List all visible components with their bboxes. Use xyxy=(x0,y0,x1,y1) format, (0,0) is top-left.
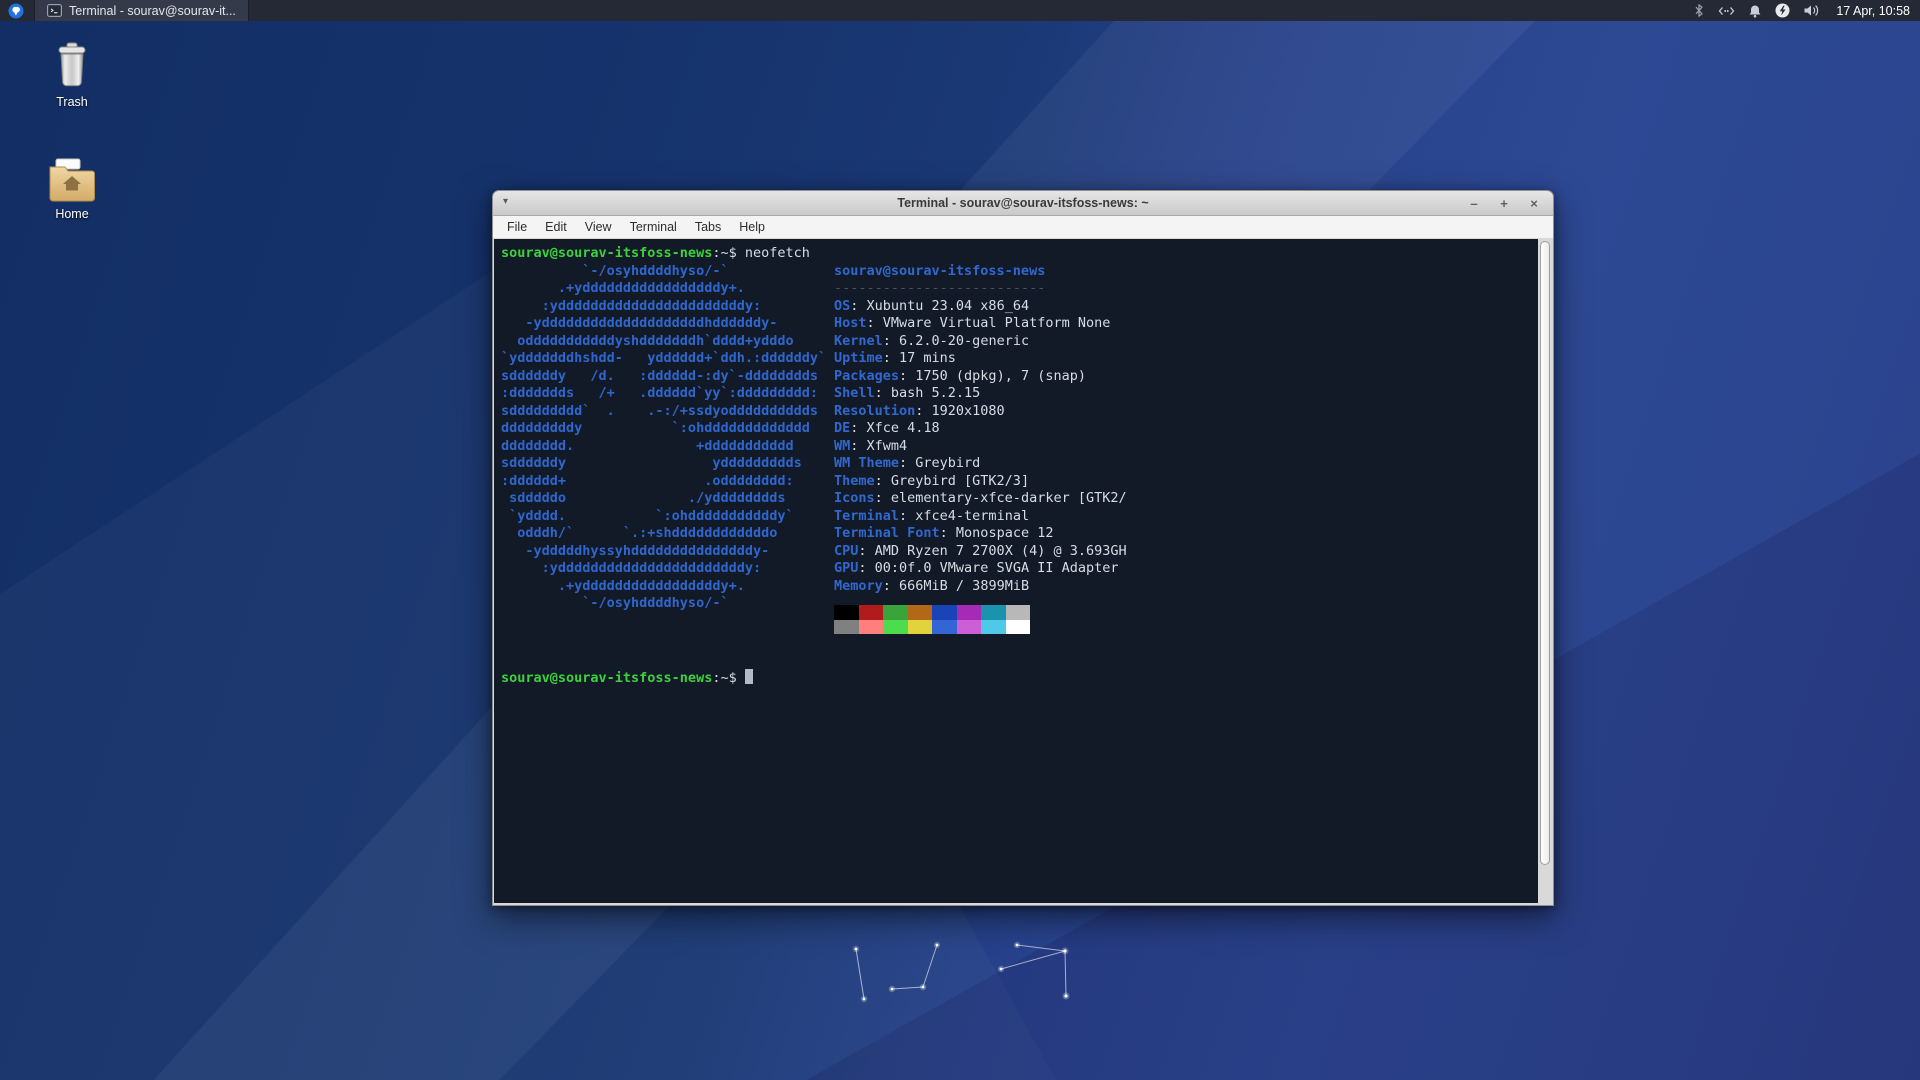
maximize-button[interactable]: + xyxy=(1497,197,1511,211)
palette-swatch xyxy=(907,619,932,634)
info-row: Icons: elementary-xfce-darker [GTK2/ xyxy=(834,490,1127,506)
palette-swatch xyxy=(858,605,883,620)
palette-swatch xyxy=(1005,605,1030,620)
palette-swatch xyxy=(858,619,883,634)
prompt-suffix: :~$ xyxy=(712,670,737,686)
info-row: Terminal: xfce4-terminal xyxy=(834,507,1030,524)
info-row: Memory: 666MiB / 3899MiB xyxy=(834,577,1030,594)
terminal-screen[interactable]: sourav@sourav-itsfoss-news:~$ neofetch `… xyxy=(494,239,1538,903)
neofetch-output: `-/osyhddddhyso/-` .+ydddddddddddddddddy… xyxy=(501,262,1127,634)
panel-clock[interactable]: 17 Apr, 10:58 xyxy=(1836,4,1910,18)
top-panel: Terminal - sourav@sourav-it... 17 Apr, 1… xyxy=(0,0,1920,21)
close-button[interactable]: × xyxy=(1527,197,1541,211)
desktop-icon-label: Trash xyxy=(56,95,88,109)
palette-swatch xyxy=(956,619,981,634)
bluetooth-icon[interactable] xyxy=(1693,3,1705,18)
palette-swatch xyxy=(932,605,957,620)
whisker-menu-icon xyxy=(8,3,24,18)
taskbar-window-button[interactable]: Terminal - sourav@sourav-it... xyxy=(34,0,249,21)
scrollbar-thumb[interactable] xyxy=(1540,241,1550,866)
terminal-body: sourav@sourav-itsfoss-news:~$ neofetch `… xyxy=(492,238,1554,906)
palette-swatch xyxy=(1005,619,1030,634)
info-row: DE: Xfce 4.18 xyxy=(834,420,940,436)
terminal-color-palette xyxy=(834,605,1394,634)
info-row: Packages: 1750 (dpkg), 7 (snap) xyxy=(834,367,1086,384)
terminal-window: ▾ Terminal - sourav@sourav-itsfoss-news:… xyxy=(492,190,1554,906)
menu-terminal[interactable]: Terminal xyxy=(621,217,686,237)
info-row: Resolution: 1920x1080 xyxy=(834,402,1005,419)
palette-swatch xyxy=(981,605,1006,620)
minimize-button[interactable]: – xyxy=(1467,197,1481,211)
info-row: Host: VMware Virtual Platform None xyxy=(834,315,1111,331)
info-row: GPU: 00:0f.0 VMware SVGA II Adapter xyxy=(834,560,1119,576)
info-row: Uptime: 17 mins xyxy=(834,350,956,366)
prompt-suffix: :~$ xyxy=(712,245,745,261)
terminal-scrollbar[interactable] xyxy=(1539,239,1552,903)
palette-swatch xyxy=(834,619,859,634)
window-title: Terminal - sourav@sourav-itsfoss-news: ~ xyxy=(897,196,1149,210)
window-titlebar[interactable]: ▾ Terminal - sourav@sourav-itsfoss-news:… xyxy=(492,190,1554,216)
network-icon[interactable] xyxy=(1718,5,1735,17)
neofetch-info-column: sourav@sourav-itsfoss-news -------------… xyxy=(834,262,1394,634)
desktop-icon-trash[interactable]: Trash xyxy=(32,42,112,109)
info-row: WM Theme: Greybird xyxy=(834,455,981,471)
window-controls: – + × xyxy=(1467,191,1541,217)
menu-view[interactable]: View xyxy=(576,217,621,237)
palette-swatch xyxy=(981,619,1006,634)
command-text: neofetch xyxy=(744,245,810,261)
shell-prompt: sourav@sourav-itsfoss-news:~$ xyxy=(501,669,753,688)
constellation-graphic xyxy=(852,941,1070,1003)
trash-can-icon xyxy=(58,42,86,87)
info-row: Terminal Font: Monospace 12 xyxy=(834,525,1054,541)
palette-swatch xyxy=(883,605,908,620)
palette-swatch xyxy=(834,605,859,620)
system-tray: 17 Apr, 10:58 xyxy=(1693,3,1920,18)
notifications-bell-icon[interactable] xyxy=(1748,4,1762,18)
palette-swatch xyxy=(932,619,957,634)
palette-row-2 xyxy=(834,619,1394,634)
info-row: Kernel: 6.2.0-20-generic xyxy=(834,332,1030,349)
power-manager-icon[interactable] xyxy=(1775,3,1790,18)
neofetch-user-host: sourav@sourav-itsfoss-news xyxy=(834,262,1046,279)
neofetch-info-list: OS: Xubuntu 23.04 x86_64 Host: VMware Vir… xyxy=(834,298,1394,596)
menu-edit[interactable]: Edit xyxy=(536,217,576,237)
palette-row-1 xyxy=(834,605,1394,620)
info-row: OS: Xubuntu 23.04 x86_64 xyxy=(834,297,1030,314)
command-line: sourav@sourav-itsfoss-news:~$ neofetch xyxy=(501,245,810,263)
window-menu-arrow-icon[interactable]: ▾ xyxy=(503,196,508,207)
menu-tabs[interactable]: Tabs xyxy=(686,217,730,237)
palette-swatch xyxy=(907,605,932,620)
info-row: Theme: Greybird [GTK2/3] xyxy=(834,472,1030,489)
palette-swatch xyxy=(956,605,981,620)
prompt-user: sourav@sourav-itsfoss-news xyxy=(501,245,713,261)
desktop-icon-label: Home xyxy=(55,207,89,221)
desktop-icon-home[interactable]: Home xyxy=(32,158,112,221)
palette-swatch xyxy=(883,619,908,634)
neofetch-ascii-art: `-/osyhddddhyso/-` .+ydddddddddddddddddy… xyxy=(501,262,827,612)
terminal-window-icon xyxy=(47,4,62,17)
menu-bar: File Edit View Terminal Tabs Help xyxy=(492,216,1554,238)
text-cursor xyxy=(744,669,753,684)
applications-menu-button[interactable] xyxy=(0,0,32,21)
neofetch-separator: -------------------------- xyxy=(834,280,1046,296)
info-row: Shell: bash 5.2.15 xyxy=(834,385,981,401)
info-row: WM: Xfwm4 xyxy=(834,437,908,454)
info-row: CPU: AMD Ryzen 7 2700X (4) @ 3.693GH xyxy=(834,542,1127,559)
taskbar-window-label: Terminal - sourav@sourav-it... xyxy=(69,3,236,18)
home-folder-icon xyxy=(49,158,95,202)
menu-file[interactable]: File xyxy=(498,217,536,237)
volume-icon[interactable] xyxy=(1803,4,1819,17)
menu-help[interactable]: Help xyxy=(730,217,774,237)
prompt-user: sourav@sourav-itsfoss-news xyxy=(501,670,713,686)
